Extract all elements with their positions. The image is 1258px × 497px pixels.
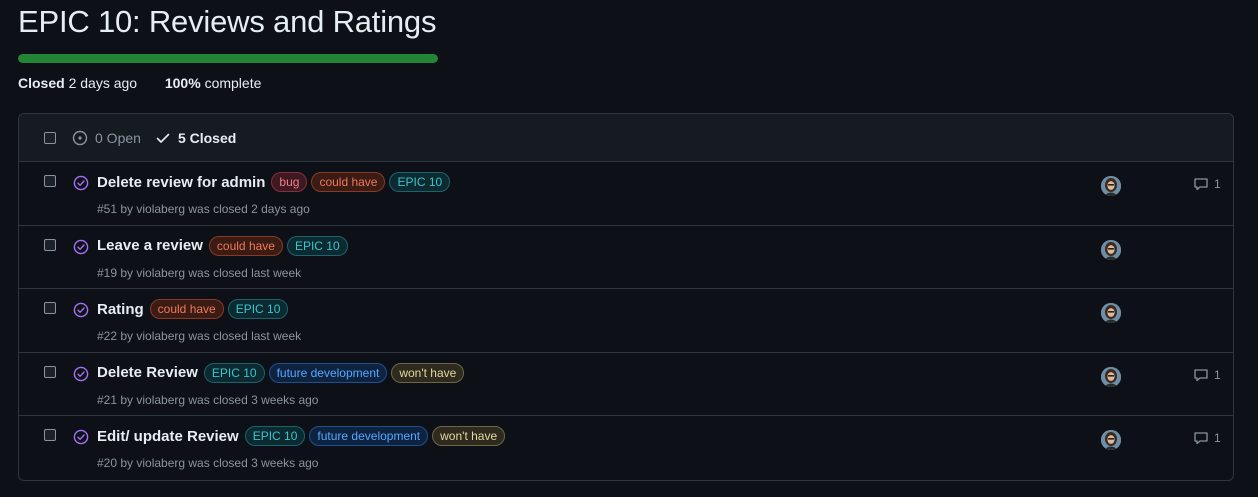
issue-row[interactable]: Delete review for admin bug could have EPI… (19, 162, 1233, 226)
issue-title-link[interactable]: Delete Review (97, 364, 198, 381)
issue-checkbox[interactable] (44, 175, 56, 187)
comments-link[interactable]: 1 (1193, 367, 1221, 383)
issues-list: 0 Open 5 Closed Delete review for admin … (18, 113, 1234, 481)
avatar-image (1101, 239, 1121, 260)
issue-label[interactable]: won't have (432, 426, 506, 447)
issue-closed-icon (73, 302, 89, 318)
issue-meta: #19 by violaberg was closed last week (97, 265, 302, 280)
milestone-status: Closed (18, 75, 65, 91)
issue-meta: #20 by violaberg was closed 3 weeks ago (97, 456, 319, 471)
open-issues-filter[interactable]: 0 Open (72, 130, 141, 146)
issues-list-header: 0 Open 5 Closed (19, 114, 1233, 162)
assignee-avatar[interactable] (1101, 176, 1121, 196)
issue-title-link[interactable]: Delete review for admin (97, 174, 265, 191)
comment-count: 1 (1214, 177, 1221, 191)
issue-meta: #21 by violaberg was closed 3 weeks ago (97, 392, 319, 407)
issue-title-link[interactable]: Rating (97, 301, 144, 318)
issue-checkbox[interactable] (44, 429, 56, 442)
issue-label[interactable]: could have (149, 299, 224, 320)
issue-row[interactable]: Delete Review EPIC 10 future development w… (19, 353, 1233, 417)
issue-open-icon (72, 130, 88, 145)
issue-title-link[interactable]: Leave a review (97, 237, 203, 254)
issue-title-line: Delete review for admin bug could have EPI… (97, 172, 452, 192)
comment-icon (1194, 178, 1208, 191)
milestone-progress-fill (18, 54, 438, 63)
avatar-image (1101, 430, 1121, 451)
issue-label[interactable]: future development (309, 426, 429, 447)
issue-label[interactable]: EPIC 10 (227, 299, 289, 320)
avatar-image (1101, 176, 1121, 196)
issue-title-line: Leave a review could have EPIC 10 (97, 235, 350, 256)
issue-label[interactable]: EPIC 10 (244, 426, 306, 447)
select-all-checkbox[interactable] (44, 131, 56, 144)
issue-meta: #51 by violaberg was closed 2 days ago (97, 202, 310, 216)
issue-closed-icon (73, 430, 89, 445)
check-icon (156, 133, 170, 143)
issue-checkbox[interactable] (44, 238, 56, 251)
issue-title-link[interactable]: Edit/ update Review (97, 428, 239, 445)
issue-row[interactable]: Leave a review could have EPIC 10 #19 by … (19, 226, 1233, 290)
issue-label[interactable]: bug (271, 172, 308, 192)
issue-label[interactable]: EPIC 10 (203, 362, 265, 383)
issue-meta: #22 by violaberg was closed last week (97, 329, 302, 344)
issue-label[interactable]: future development (268, 362, 388, 383)
assignee-avatar[interactable] (1101, 239, 1121, 260)
issue-checkbox[interactable] (44, 365, 56, 378)
issue-label[interactable]: could have (208, 235, 283, 256)
milestone-closed-when: 2 days ago (68, 75, 138, 91)
issue-title-line: Rating could have EPIC 10 (97, 299, 290, 320)
milestone-title: EPIC 10: Reviews and Ratings (18, 4, 437, 39)
issue-label[interactable]: EPIC 10 (389, 172, 451, 192)
issue-closed-icon (73, 366, 89, 382)
issue-closed-icon (73, 239, 89, 254)
issue-label[interactable]: won't have (391, 362, 465, 383)
assignee-avatar[interactable] (1101, 430, 1121, 451)
issue-title-line: Edit/ update Review EPIC 10 future develo… (97, 426, 507, 447)
issue-closed-icon (73, 175, 89, 191)
issue-label[interactable]: EPIC 10 (286, 235, 348, 256)
comments-link[interactable]: 1 (1193, 176, 1221, 192)
milestone-progress-bar (18, 54, 438, 63)
assignee-avatar[interactable] (1101, 303, 1121, 324)
avatar-image (1101, 366, 1121, 387)
milestone-complete-label: complete (204, 75, 262, 91)
comment-count: 1 (1214, 367, 1221, 382)
milestone-percent: 100% (164, 75, 201, 91)
milestone-meta: Closed 2 days ago 100% complete (18, 75, 261, 91)
assignee-avatar[interactable] (1101, 366, 1121, 387)
issue-rows: Delete review for admin bug could have EPI… (19, 162, 1233, 480)
comment-icon (1194, 369, 1208, 381)
comment-icon (1194, 432, 1208, 445)
issue-label[interactable]: could have (311, 172, 386, 192)
issue-checkbox[interactable] (44, 302, 56, 315)
open-issues-count: 0 Open (95, 129, 141, 146)
closed-issues-count: 5 Closed (177, 129, 237, 146)
issue-row[interactable]: Edit/ update Review EPIC 10 future develo… (19, 416, 1233, 480)
avatar-image (1101, 303, 1121, 324)
issue-title-line: Delete Review EPIC 10 future development w… (97, 362, 466, 383)
comments-link[interactable]: 1 (1193, 430, 1221, 446)
issue-row[interactable]: Rating could have EPIC 10 #22 by violaber… (19, 289, 1233, 353)
comment-count: 1 (1214, 431, 1221, 446)
closed-issues-filter[interactable]: 5 Closed (155, 130, 236, 146)
